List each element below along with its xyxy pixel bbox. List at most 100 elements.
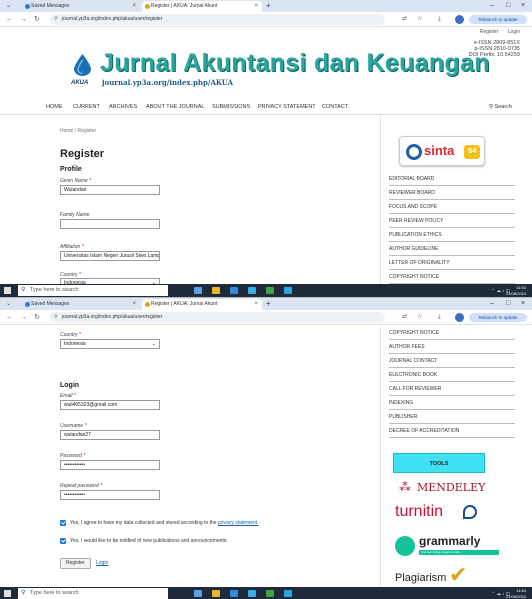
task-view-icon[interactable] xyxy=(194,287,202,294)
site-info-icon[interactable]: ⚲ xyxy=(54,14,58,25)
chrome-icon[interactable] xyxy=(266,590,274,597)
forward-icon[interactable]: → xyxy=(20,310,27,325)
new-tab-button[interactable]: + xyxy=(266,298,271,310)
sidebar-item-originality-letter[interactable]: LETTER OF ORIGINALITY xyxy=(389,256,515,270)
sidebar-item-publisher[interactable]: PUBLISHER xyxy=(389,410,515,424)
task-view-icon[interactable] xyxy=(194,590,202,597)
file-explorer-icon[interactable] xyxy=(212,287,220,294)
consent-checkbox[interactable] xyxy=(60,520,66,526)
telegram-taskbar-icon[interactable] xyxy=(284,590,292,597)
mendeley-link[interactable]: ⁂ MENDELEY xyxy=(393,478,493,496)
mail-icon[interactable] xyxy=(248,590,256,597)
file-explorer-icon[interactable] xyxy=(212,590,220,597)
privacy-statement-link[interactable]: privacy statement. xyxy=(218,520,259,526)
taskbar-clock[interactable]: 11:54 21/08/2024 xyxy=(506,588,526,599)
download-icon[interactable]: ⤓ xyxy=(438,310,441,325)
close-icon[interactable]: × xyxy=(254,1,258,12)
tab-register[interactable]: Register | AKUA: Jurnal Akunt × xyxy=(142,1,262,12)
sidebar-item-journal-contact[interactable]: JOURNAL CONTACT xyxy=(389,354,515,368)
taskbar-search[interactable]: ⚲ Type here to search xyxy=(18,285,168,296)
relaunch-button[interactable]: Relaunch to update xyxy=(469,313,527,322)
url-field[interactable]: ⚲ journal.yp3a.org/index.php/akua/user/re… xyxy=(50,312,385,323)
bookmark-star-icon[interactable]: ☆ xyxy=(417,310,422,325)
plagiarism-link[interactable]: Plagiarism ✔ xyxy=(393,566,503,586)
chrome-icon[interactable] xyxy=(266,287,274,294)
maximize-button[interactable]: □ xyxy=(506,0,510,12)
url-field[interactable]: ⚲ journal.yp3a.org/index.php/akua/user/re… xyxy=(50,14,385,25)
download-icon[interactable]: ⤓ xyxy=(438,12,441,27)
forward-icon[interactable]: → xyxy=(20,12,27,27)
edge-icon[interactable] xyxy=(230,287,238,294)
bookmark-star-icon[interactable]: ☆ xyxy=(417,12,422,27)
tab-search-icon[interactable]: ⌄ xyxy=(6,0,11,12)
login-link[interactable]: Login xyxy=(96,560,108,566)
sidebar-item-accreditation[interactable]: DECREE OF ACCREDITATION xyxy=(389,424,515,438)
sidebar-item-author-fees[interactable]: AUTHOR FEES xyxy=(389,340,515,354)
family-name-field[interactable] xyxy=(60,219,160,229)
close-icon[interactable]: × xyxy=(254,299,258,310)
sidebar-item-author-guideline[interactable]: AUTHOR GUIDELINE xyxy=(389,242,515,256)
country-select[interactable]: Indonesia ⌄ xyxy=(60,339,160,349)
minimize-button[interactable]: – xyxy=(490,0,494,12)
window-close-button[interactable]: × xyxy=(521,0,525,12)
back-icon[interactable]: ← xyxy=(6,12,13,27)
nav-about[interactable]: ABOUT THE JOURNAL xyxy=(146,104,204,110)
password-field[interactable]: •••••••••••• xyxy=(60,460,160,470)
close-icon[interactable]: × xyxy=(132,299,136,310)
notify-checkbox[interactable] xyxy=(60,538,66,544)
nav-submissions[interactable]: SUBMISSIONS xyxy=(212,104,250,110)
relaunch-button[interactable]: Relaunch to update xyxy=(469,15,527,24)
turnitin-link[interactable]: turnitin xyxy=(395,503,495,525)
username-field[interactable]: wulandari27 xyxy=(60,430,160,440)
nav-archives[interactable]: ARCHIVES xyxy=(109,104,137,110)
sidebar-item-copyright-notice[interactable]: COPYRIGHT NOTICE xyxy=(389,326,515,340)
sidebar-item-copyright-notice[interactable]: COPYRIGHT NOTICE xyxy=(389,270,515,284)
taskbar-clock[interactable]: 11:54 21/08/2024 xyxy=(506,285,526,296)
site-info-icon[interactable]: ⚲ xyxy=(54,312,58,323)
affiliation-field[interactable]: Universitas Islam Negeri Jurusil Siwo La… xyxy=(60,251,160,261)
window-close-button[interactable]: × xyxy=(521,298,525,310)
sidebar-item-indexing[interactable]: INDEXING xyxy=(389,396,515,410)
new-tab-button[interactable]: + xyxy=(266,0,271,12)
windows-start-icon[interactable] xyxy=(4,287,11,294)
mail-icon[interactable] xyxy=(248,287,256,294)
nav-privacy[interactable]: PRIVACY STATEMENT xyxy=(258,104,316,110)
close-icon[interactable]: × xyxy=(132,1,136,12)
grammarly-link[interactable]: grammarly Your best writing, anywhere on… xyxy=(393,534,499,560)
login-link[interactable]: Login xyxy=(508,29,520,35)
nav-current[interactable]: CURRENT xyxy=(73,104,100,110)
register-button[interactable]: Register xyxy=(60,558,91,569)
translate-icon[interactable]: ⇄ xyxy=(402,12,407,27)
sidebar-item-publication-ethics[interactable]: PUBLICATION ETHICS xyxy=(389,228,515,242)
nav-contact[interactable]: CONTACT xyxy=(322,104,348,110)
search-link[interactable]: ⚲ Search xyxy=(489,104,512,110)
given-name-field[interactable]: Wulandari xyxy=(60,185,160,195)
edge-icon[interactable] xyxy=(230,590,238,597)
profile-avatar[interactable] xyxy=(455,313,464,322)
repeat-password-field[interactable]: •••••••••••• xyxy=(60,490,160,500)
translate-icon[interactable]: ⇄ xyxy=(402,310,407,325)
sinta-badge[interactable]: sinta S4 xyxy=(399,136,485,166)
tab-search-icon[interactable]: ⌄ xyxy=(6,298,11,310)
sidebar-item-electronic-book[interactable]: ELECTRONIC BOOK xyxy=(389,368,515,382)
sidebar-item-call-reviewer[interactable]: CALL FOR REVIEWER xyxy=(389,382,515,396)
reload-icon[interactable]: ↻ xyxy=(34,12,40,27)
minimize-button[interactable]: – xyxy=(490,298,494,310)
sidebar-item-editorial-board[interactable]: EDITORIAL BOARD xyxy=(389,172,515,186)
register-link[interactable]: Register xyxy=(480,29,499,35)
email-field[interactable]: wuli465323@gmail.com xyxy=(60,400,160,410)
sidebar-item-peer-review[interactable]: PEER REVIEW POLICY xyxy=(389,214,515,228)
tab-register[interactable]: Register | AKUA: Jurnal Akunt × xyxy=(142,299,262,310)
sidebar-item-focus-scope[interactable]: FOCUS AND SCOPE xyxy=(389,200,515,214)
tab-saved-messages[interactable]: Saved Messages × xyxy=(22,299,140,310)
back-icon[interactable]: ← xyxy=(6,310,13,325)
taskbar-search[interactable]: ⚲ Type here to search xyxy=(18,588,168,599)
nav-home[interactable]: HOME xyxy=(46,104,63,110)
profile-avatar[interactable] xyxy=(455,15,464,24)
windows-start-icon[interactable] xyxy=(4,590,11,597)
sidebar-item-reviewer-board[interactable]: REVIEWER BOARD xyxy=(389,186,515,200)
telegram-taskbar-icon[interactable] xyxy=(284,287,292,294)
tab-saved-messages[interactable]: Saved Messages × xyxy=(22,1,140,12)
reload-icon[interactable]: ↻ xyxy=(34,310,40,325)
maximize-button[interactable]: □ xyxy=(506,298,510,310)
